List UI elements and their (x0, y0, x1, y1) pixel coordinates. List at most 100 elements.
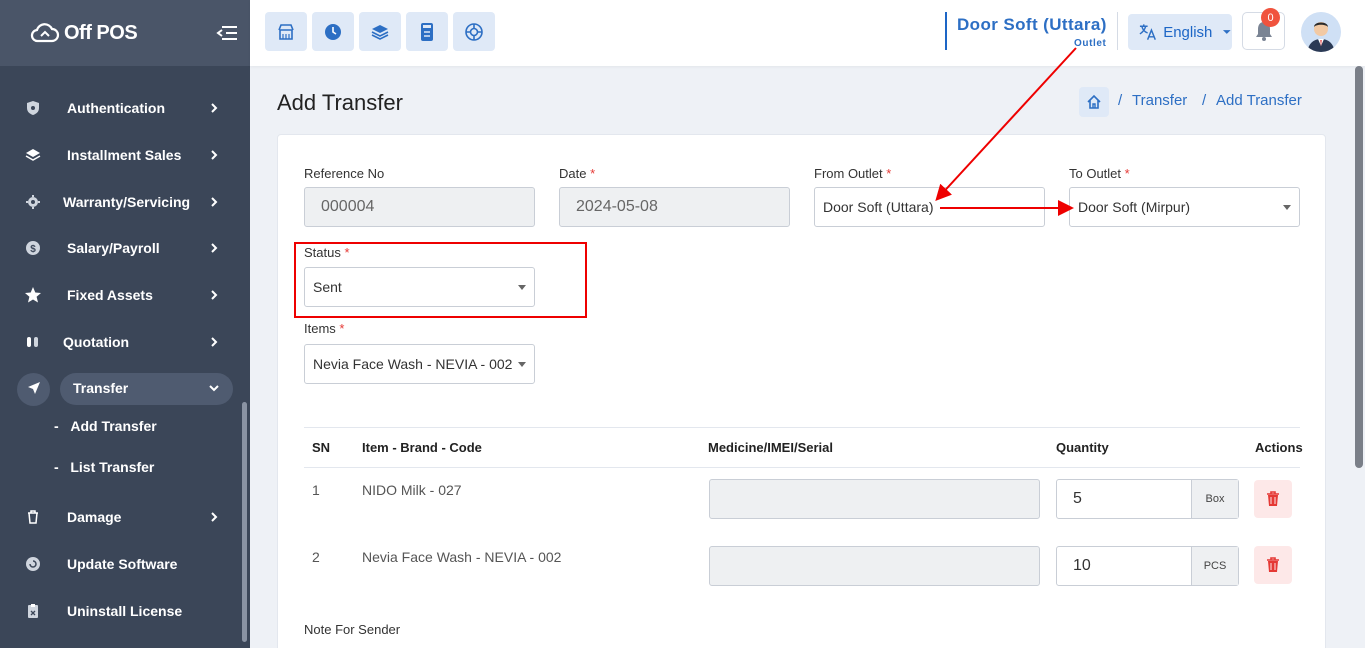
row-1-delete-button[interactable] (1254, 480, 1292, 518)
sidebar-item-label: Installment Sales (67, 147, 182, 163)
table-top-border (304, 427, 1300, 428)
shield-icon (24, 99, 42, 117)
sidebar-scrollbar[interactable] (242, 402, 247, 642)
column-header-quantity: Quantity (1056, 440, 1109, 455)
sidebar-item-label: Quotation (63, 334, 130, 350)
current-outlet-name[interactable]: Door Soft (Uttara) (957, 15, 1107, 35)
sidebar-item-fixed-assets[interactable]: Fixed Assets (0, 277, 240, 313)
send-icon (25, 379, 43, 397)
sidebar-subitem-add-transfer[interactable]: - Add Transfer (54, 418, 157, 434)
calculator-icon (421, 22, 433, 41)
breadcrumb-add-transfer: Add Transfer (1216, 92, 1302, 109)
pos-shortcut-button[interactable] (265, 12, 307, 51)
row-1-quantity-input[interactable]: 5 Box (1056, 479, 1239, 519)
lifebuoy-icon (465, 22, 483, 41)
brand-logo[interactable]: Off POS (30, 21, 138, 45)
sidebar-item-label: Update Software (67, 556, 178, 572)
column-header-serial: Medicine/IMEI/Serial (708, 440, 833, 455)
trash-icon (24, 508, 42, 526)
svg-text:$: $ (30, 244, 36, 255)
language-label: English (1163, 23, 1213, 41)
current-outlet-label: Outlet (1074, 38, 1107, 49)
language-selector[interactable]: English (1128, 14, 1232, 50)
date-label: Date * (559, 166, 596, 181)
subitem-label: Add Transfer (70, 418, 157, 434)
breadcrumb-transfer[interactable]: Transfer (1132, 92, 1187, 109)
row-2-serial-field[interactable] (709, 546, 1040, 586)
breadcrumb-separator: / (1118, 92, 1123, 109)
support-shortcut-button[interactable] (453, 12, 495, 51)
sidebar-item-label: Damage (67, 509, 122, 525)
reference-no-value: 000004 (321, 198, 375, 215)
from-outlet-select[interactable]: Door Soft (Uttara) (814, 187, 1045, 227)
clock-shortcut-button[interactable] (312, 12, 354, 51)
row-2-delete-button[interactable] (1254, 546, 1292, 584)
items-select[interactable]: Nevia Face Wash - NEVIA - 002 (304, 344, 535, 384)
sidebar-item-damage[interactable]: Damage (0, 499, 240, 535)
quotation-icon (24, 333, 42, 351)
to-outlet-label: To Outlet * (1069, 166, 1130, 181)
column-header-item: Item - Brand - Code (362, 440, 482, 455)
sidebar: Off POS Authentication Installment Sales… (0, 0, 250, 648)
sidebar-item-quotation[interactable]: Quotation (0, 324, 240, 360)
subitem-label: List Transfer (70, 459, 155, 475)
cloud-logo-icon (30, 23, 60, 43)
outlet-divider (945, 12, 947, 50)
sidebar-item-warranty-servicing[interactable]: Warranty/Servicing (0, 184, 240, 220)
sidebar-item-transfer[interactable]: Transfer (0, 370, 240, 406)
sidebar-item-salary-payroll[interactable]: $ Salary/Payroll (0, 230, 240, 266)
sidebar-item-installment-sales[interactable]: Installment Sales (0, 137, 240, 173)
note-for-sender-label: Note For Sender (304, 622, 401, 637)
language-divider (1117, 12, 1118, 50)
trash-icon (1267, 557, 1279, 572)
date-field[interactable]: 2024-05-08 (559, 187, 790, 227)
row-2-quantity-value: 10 (1073, 557, 1091, 574)
column-header-sn: SN (312, 440, 331, 455)
sidebar-subitem-list-transfer[interactable]: - List Transfer (54, 459, 154, 475)
sidebar-item-authentication[interactable]: Authentication (0, 90, 240, 126)
row-2-sn: 2 (312, 549, 320, 565)
caret-down-icon (518, 362, 526, 367)
caret-down-icon (1223, 30, 1232, 34)
dollar-icon: $ (24, 239, 42, 257)
sidebar-item-label: Uninstall License (67, 603, 183, 619)
reference-no-label: Reference No (304, 166, 385, 181)
page-scrollbar[interactable] (1355, 66, 1363, 468)
chevron-down-icon (209, 385, 219, 392)
sidebar-item-label: Transfer (73, 380, 129, 396)
sidebar-item-uninstall-license[interactable]: Uninstall License (0, 593, 240, 629)
brand: Off POS (0, 0, 250, 66)
breadcrumb-home[interactable] (1079, 87, 1109, 117)
translate-icon (1139, 24, 1156, 40)
items-label: Items * (304, 321, 345, 336)
sidebar-item-update-software[interactable]: Update Software (0, 546, 240, 582)
column-header-actions: Actions (1255, 440, 1303, 455)
chevron-right-icon (211, 150, 218, 160)
row-2-item: Nevia Face Wash - NEVIA - 002 (362, 549, 562, 565)
chevron-right-icon (211, 197, 218, 207)
sidebar-item-label: Fixed Assets (67, 287, 153, 303)
brand-name: Off POS (64, 21, 138, 44)
menu-collapse-icon[interactable] (216, 22, 238, 44)
layers-shortcut-button[interactable] (359, 12, 401, 51)
user-avatar-icon (1301, 12, 1341, 52)
row-2-quantity-input[interactable]: 10 PCS (1056, 546, 1239, 586)
calculator-shortcut-button[interactable] (406, 12, 448, 51)
chevron-right-icon (211, 512, 218, 522)
sidebar-item-label: Authentication (67, 100, 165, 116)
row-1-quantity-value: 5 (1073, 490, 1082, 507)
layers-icon (371, 24, 389, 40)
user-avatar[interactable] (1301, 12, 1341, 52)
to-outlet-select[interactable]: Door Soft (Mirpur) (1069, 187, 1300, 227)
clipboard-icon (24, 602, 42, 620)
refresh-icon (24, 555, 42, 573)
caret-down-icon (1283, 205, 1291, 210)
row-1-sn: 1 (312, 482, 320, 498)
store-icon (278, 23, 294, 40)
status-highlight-box (294, 242, 587, 318)
row-1-serial-field[interactable] (709, 479, 1040, 519)
gear-icon (24, 193, 42, 211)
from-outlet-value: Door Soft (Uttara) (823, 199, 934, 215)
items-value: Nevia Face Wash - NEVIA - 002 (313, 356, 513, 372)
chevron-right-icon (211, 243, 218, 253)
